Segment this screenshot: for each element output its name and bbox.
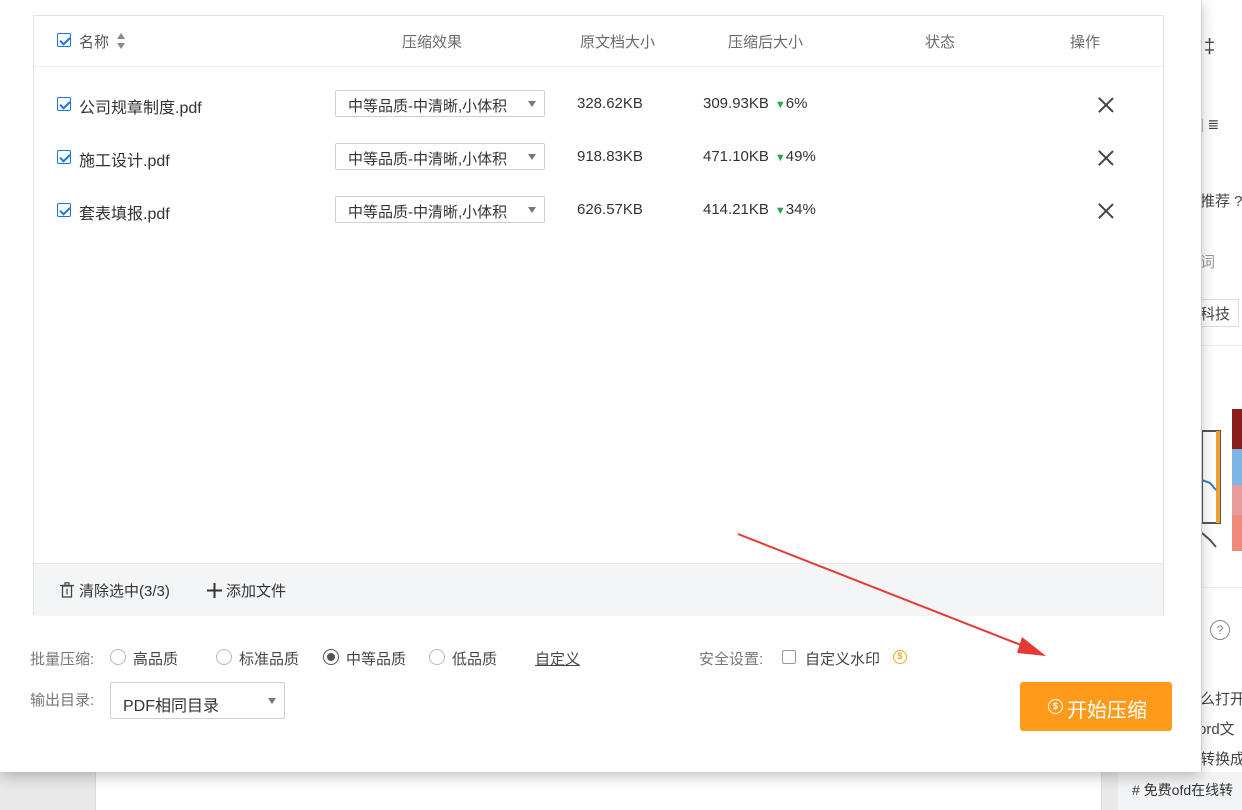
radio-medium[interactable] [323,649,339,665]
file-name: 套表填报.pdf [79,206,170,223]
radio-high[interactable] [110,649,126,665]
coin-icon: $ [1048,699,1063,714]
divider [1202,345,1242,346]
header-status: 状态 [925,34,956,51]
start-compress-button[interactable]: $ 开始压缩 [1020,682,1172,731]
arrow-down-icon: ▼ [774,205,786,217]
help-icon: ? [1210,620,1230,640]
header-orig-size: 原文档大小 [580,34,656,51]
quality-select[interactable]: 中等品质-中清晰,小体积 [335,196,545,223]
row-checkbox[interactable] [57,203,71,217]
radio-high-label[interactable]: 高品质 [133,648,178,669]
sort-icon[interactable] [116,32,126,50]
remove-file-icon[interactable] [1098,150,1114,166]
arrow-down-icon: ▼ [774,99,786,111]
quality-select[interactable]: 中等品质-中清晰,小体积 [335,143,545,170]
new-size-cell: 471.10KB ▼49% [703,148,816,165]
chevron-down-icon [528,207,536,213]
clear-selected-button[interactable]: 清除选中(3/3) [60,580,170,601]
new-size: 471.10KB [703,148,769,165]
add-file-button[interactable]: 添加文件 [207,580,286,601]
quality-value: 中等品质-中清晰,小体积 [348,151,508,168]
chevron-down-icon [528,154,536,160]
tag-outline [1202,299,1239,327]
quality-value: 中等品质-中清晰,小体积 [348,204,508,221]
remove-file-icon[interactable] [1098,203,1114,219]
table-row: 套表填报.pdf 中等品质-中清晰,小体积 626.57KB 414.21KB ▼… [34,184,1163,236]
chevron-down-icon [268,698,276,704]
reduction-percent: 6% [785,95,808,112]
compress-dialog: 名称 压缩效果 原文档大小 压缩后大小 状态 操作 公司规章制度.pdf 中等品… [0,0,1201,772]
header-effect: 压缩效果 [402,34,463,51]
radio-low-label[interactable]: 低品质 [452,648,497,669]
file-table: 名称 压缩效果 原文档大小 压缩后大小 状态 操作 公司规章制度.pdf 中等品… [33,15,1164,616]
right-panel-fragment: | ≣ [1202,116,1220,132]
new-size: 414.21KB [703,201,769,218]
right-panel-fragment: ord文 [1202,721,1235,738]
new-size-cell: 309.93KB ▼6% [703,95,807,112]
new-size-cell: 414.21KB ▼34% [703,201,816,218]
output-dir-value: PDF相同目录 [123,698,220,715]
chevron-down-icon [528,101,536,107]
right-panel-fragment: 推荐 ? [1202,193,1242,210]
thumbnail-image [1202,409,1242,551]
quality-select[interactable]: 中等品质-中清晰,小体积 [335,90,545,117]
radio-standard[interactable] [216,649,232,665]
select-all-checkbox[interactable] [57,33,71,47]
background-right-panel: ‡ | ≣ 推荐 ? 词 科技 ? 么打开 ord文 转换成 [1202,0,1242,810]
table-header: 名称 压缩效果 原文档大小 压缩后大小 状态 操作 [34,16,1163,67]
start-compress-label: 开始压缩 [1067,700,1147,722]
add-file-label: 添加文件 [226,583,287,600]
right-panel-fragment: 词 [1202,254,1216,271]
file-name: 施工设计.pdf [79,153,170,170]
annotation-arrow-icon [737,533,1046,656]
remove-file-icon[interactable] [1098,97,1114,113]
clear-selected-label: 清除选中(3/3) [79,583,170,600]
radio-medium-label[interactable]: 中等品质 [346,648,406,669]
output-dir-select[interactable]: PDF相同目录 [110,682,285,719]
right-panel-fragment: ‡ [1204,36,1216,58]
row-checkbox[interactable] [57,150,71,164]
right-panel-fragment: 么打开 [1202,691,1242,708]
reduction-percent: 34% [785,201,816,218]
new-size: 309.93KB [703,95,769,112]
radio-low[interactable] [429,649,445,665]
header-new-size: 压缩后大小 [728,34,804,51]
radio-standard-label[interactable]: 标准品质 [239,648,299,669]
plus-icon [207,583,222,598]
table-row: 公司规章制度.pdf 中等品质-中清晰,小体积 328.62KB 309.93K… [34,78,1163,130]
batch-label: 批量压缩: [30,651,95,668]
orig-size: 626.57KB [577,201,643,218]
tag-text: # 免费ofd在线转 [1132,782,1234,798]
row-checkbox[interactable] [57,97,71,111]
table-row: 施工设计.pdf 中等品质-中清晰,小体积 918.83KB 471.10KB ▼… [34,131,1163,183]
file-name: 公司规章制度.pdf [79,100,202,117]
orig-size: 328.62KB [577,95,643,112]
custom-link[interactable]: 自定义 [535,648,580,669]
header-action: 操作 [1070,34,1101,51]
output-label: 输出目录: [30,692,95,709]
divider [1202,587,1242,588]
arrow-down-icon: ▼ [774,152,786,164]
background-tag-bar: # 免费ofd在线转 [1118,772,1242,810]
header-name: 名称 [79,34,110,51]
reduction-percent: 49% [785,148,816,165]
trash-icon [60,582,74,598]
quality-value: 中等品质-中清晰,小体积 [348,98,508,115]
right-panel-fragment: 转换成 [1202,751,1242,768]
orig-size: 918.83KB [577,148,643,165]
